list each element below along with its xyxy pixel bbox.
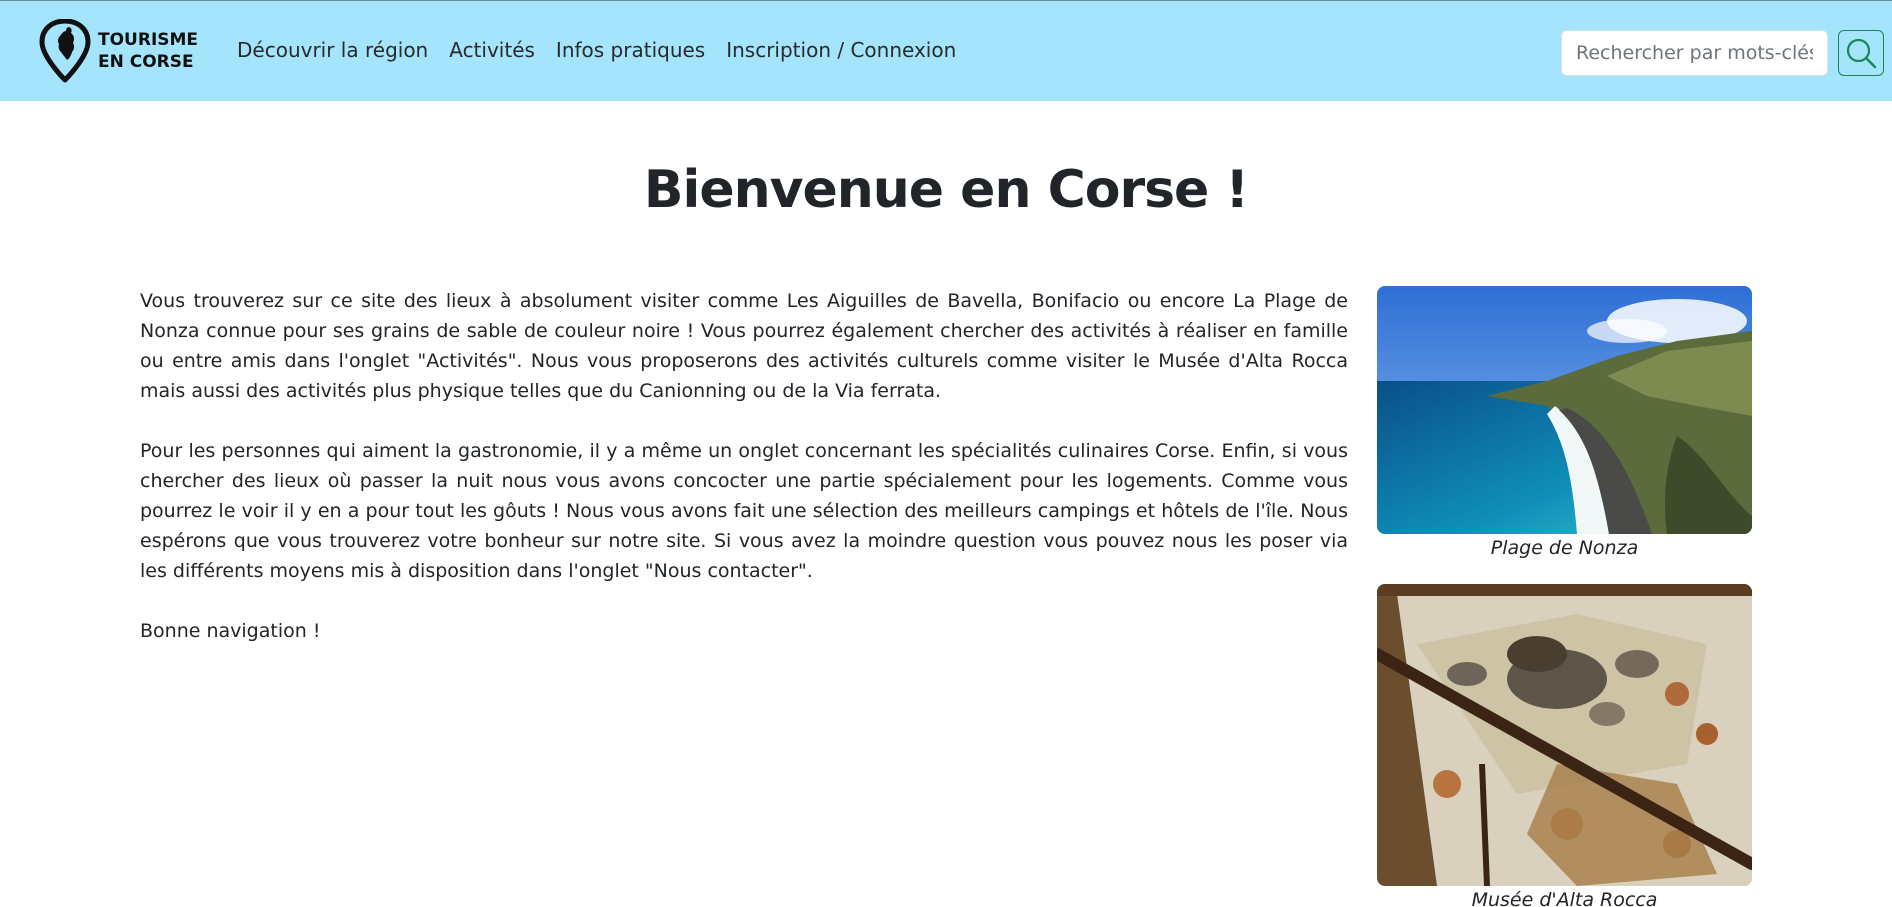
nav-links: Découvrir la région Activités Infos prat… [237, 36, 956, 64]
figure-caption: Musée d'Alta Rocca [1471, 889, 1658, 907]
nav-link-infos-pratiques[interactable]: Infos pratiques [556, 36, 705, 64]
nav-link-decouvrir[interactable]: Découvrir la région [237, 36, 428, 64]
figure-caption: Plage de Nonza [1490, 537, 1639, 559]
page-title: Bienvenue en Corse ! [643, 160, 1249, 220]
navbar: TOURISME EN CORSE Découvrir la région Ac… [0, 0, 1892, 101]
brand-name: TOURISME EN CORSE [98, 29, 198, 73]
intro-paragraph: Pour les personnes qui aiment la gastron… [140, 440, 1348, 582]
photo-musee-alta-rocca [1377, 584, 1752, 886]
search-input[interactable] [1561, 30, 1828, 76]
photo-gallery: Plage de Nonza Musée d'Alta Rocca [1377, 286, 1752, 907]
closing-line: Bonne navigation ! [140, 620, 321, 642]
nav-link-activites[interactable]: Activités [449, 36, 535, 64]
map-pin-corsica-icon [39, 19, 91, 83]
nav-link-inscription-connexion[interactable]: Inscription / Connexion [726, 36, 956, 64]
brand-line-2: EN CORSE [98, 52, 194, 72]
search-icon [1846, 38, 1877, 69]
figure-musee-alta-rocca: Musée d'Alta Rocca [1377, 584, 1752, 907]
brand-line-1: TOURISME [98, 30, 199, 50]
brand-logo-link[interactable]: TOURISME EN CORSE [38, 19, 198, 83]
intro-paragraph: Vous trouverez sur ce site des lieux à a… [140, 290, 1348, 402]
photo-plage-de-nonza [1377, 286, 1752, 534]
search-button[interactable] [1838, 30, 1884, 76]
figure-plage-de-nonza: Plage de Nonza [1377, 286, 1752, 562]
intro-text: Vous trouverez sur ce site des lieux à a… [140, 286, 1348, 676]
